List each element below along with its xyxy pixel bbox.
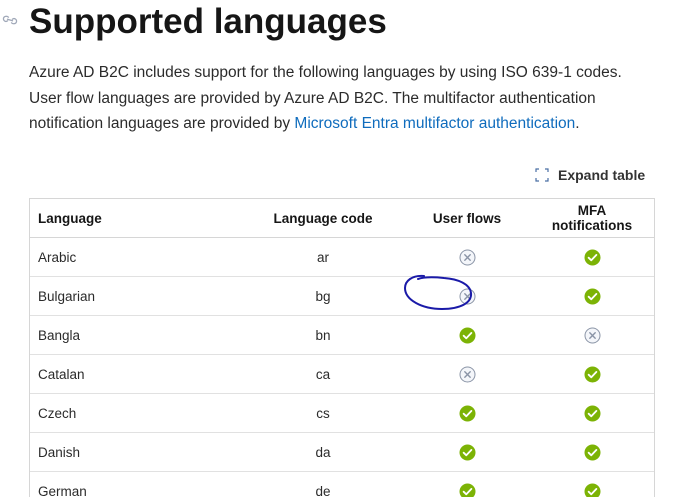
cell-user-flows — [404, 354, 530, 394]
x-circle-icon — [584, 327, 600, 343]
languages-table-container[interactable]: Language Language code User flows MFA no… — [29, 198, 655, 497]
intro-end: . — [575, 115, 580, 132]
page-title: Supported languages — [29, 2, 387, 41]
cell-mfa-notifications — [530, 471, 654, 497]
cell-language: German — [30, 471, 242, 497]
cell-language: Bangla — [30, 315, 242, 355]
check-circle-icon — [459, 483, 475, 497]
cell-user-flows — [404, 276, 530, 316]
table-row: Danish da — [30, 432, 654, 472]
cell-language-code: bg — [242, 276, 404, 316]
languages-table: Language Language code User flows MFA no… — [30, 199, 654, 497]
check-circle-icon — [584, 405, 600, 421]
x-circle-icon — [459, 288, 475, 304]
check-circle-icon — [459, 444, 475, 460]
header-user-flows: User flows — [404, 199, 530, 238]
table-row: German de — [30, 471, 654, 497]
table-row: Arabic ar — [30, 237, 654, 277]
cell-language-code: bn — [242, 315, 404, 355]
x-circle-icon — [459, 249, 475, 265]
check-circle-icon — [584, 288, 600, 304]
table-row: Bangla bn — [30, 315, 654, 355]
cell-user-flows — [404, 315, 530, 355]
cell-language-code: ar — [242, 237, 404, 277]
cell-mfa-notifications — [530, 237, 654, 277]
expand-icon — [535, 168, 549, 182]
page: Supported languages Azure AD B2C include… — [0, 0, 677, 497]
check-circle-icon — [459, 405, 475, 421]
expand-table-button[interactable]: Expand table — [535, 164, 645, 186]
table-body: Arabic ar Bulgarian bg Bangla bn Catalan ca Czec… — [30, 237, 654, 497]
check-circle-icon — [584, 483, 600, 497]
cell-mfa-notifications — [530, 315, 654, 355]
check-circle-icon — [459, 327, 475, 343]
header-language: Language — [30, 199, 242, 238]
table-header-row: Language Language code User flows MFA no… — [30, 199, 654, 238]
header-language-code: Language code — [242, 199, 404, 238]
cell-mfa-notifications — [530, 432, 654, 472]
cell-language-code: da — [242, 432, 404, 472]
table-row: Bulgarian bg — [30, 276, 654, 316]
cell-user-flows — [404, 432, 530, 472]
expand-table-label: Expand table — [558, 167, 646, 183]
cell-language-code: cs — [242, 393, 404, 433]
cell-mfa-notifications — [530, 393, 654, 433]
check-circle-icon — [584, 444, 600, 460]
intro-paragraph: Azure AD B2C includes support for the fo… — [29, 60, 649, 137]
cell-language-code: de — [242, 471, 404, 497]
cell-language: Czech — [30, 393, 242, 433]
cell-user-flows — [404, 471, 530, 497]
cell-mfa-notifications — [530, 276, 654, 316]
x-circle-icon — [459, 366, 475, 382]
cell-language: Bulgarian — [30, 276, 242, 316]
table-row: Czech cs — [30, 393, 654, 433]
cell-language: Arabic — [30, 237, 242, 277]
header-mfa-notifications: MFA notifications — [530, 199, 654, 238]
cell-language-code: ca — [242, 354, 404, 394]
cell-mfa-notifications — [530, 354, 654, 394]
link-anchor-icon[interactable] — [2, 14, 18, 26]
cell-user-flows — [404, 393, 530, 433]
check-circle-icon — [584, 249, 600, 265]
cell-user-flows — [404, 237, 530, 277]
cell-language: Danish — [30, 432, 242, 472]
mfa-docs-link[interactable]: Microsoft Entra multifactor authenticati… — [294, 115, 575, 132]
table-row: Catalan ca — [30, 354, 654, 394]
check-circle-icon — [584, 366, 600, 382]
cell-language: Catalan — [30, 354, 242, 394]
